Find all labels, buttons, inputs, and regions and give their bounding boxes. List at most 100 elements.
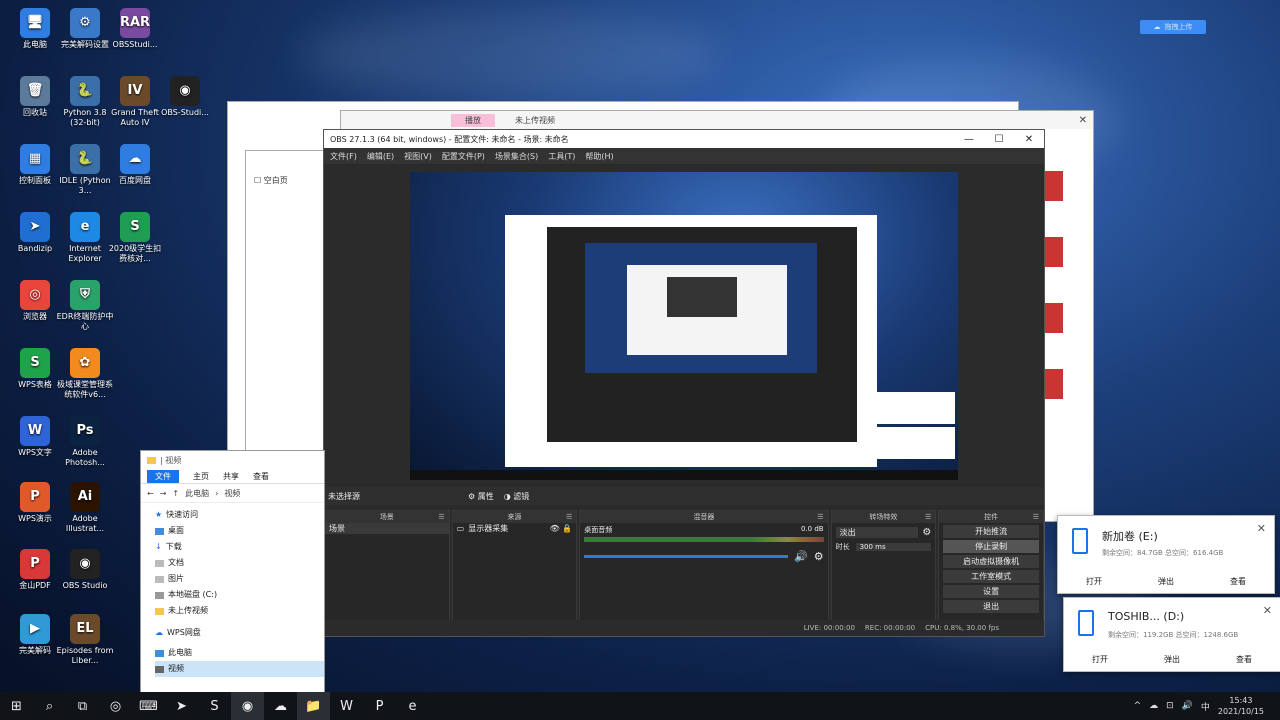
- chevron-up-icon[interactable]: ^: [1134, 701, 1142, 711]
- menu-view[interactable]: 视图(V): [404, 151, 432, 162]
- up-icon[interactable]: ↑: [172, 489, 179, 498]
- baidu-upload-float[interactable]: ☁ 拖拽上传: [1140, 20, 1206, 34]
- close-button[interactable]: ✕: [1014, 134, 1044, 145]
- speaker-icon[interactable]: 🔊: [794, 550, 808, 563]
- filters-button[interactable]: ◑ 滤镜: [504, 491, 530, 502]
- gear-icon[interactable]: ⚙: [814, 550, 824, 563]
- menu-help[interactable]: 帮助(H): [585, 151, 613, 162]
- menu-icon[interactable]: ☰: [438, 511, 444, 523]
- browser-icon[interactable]: ◎: [99, 692, 132, 720]
- tab-unuploaded[interactable]: 未上传视频: [515, 115, 555, 126]
- app-icon: ▶: [20, 614, 50, 644]
- desktop-icon[interactable]: ☁ 百度网盘: [105, 144, 165, 186]
- open-button[interactable]: 打开: [1086, 576, 1102, 587]
- nav-desktop[interactable]: 桌面: [155, 523, 324, 539]
- clock[interactable]: 15:43 2021/10/15: [1218, 695, 1264, 717]
- menu-file[interactable]: 文件(F): [330, 151, 357, 162]
- back-icon[interactable]: ←: [147, 489, 154, 498]
- menu-icon[interactable]: ☰: [566, 511, 572, 523]
- close-icon[interactable]: ✕: [1257, 522, 1266, 535]
- path-videos[interactable]: 视频: [224, 488, 240, 499]
- task-view-icon[interactable]: ⧉: [66, 692, 99, 720]
- view-button[interactable]: 查看: [1236, 654, 1252, 665]
- ribbon-home[interactable]: 主页: [193, 471, 209, 482]
- desktop-icon[interactable]: ⛨ EDR终端防护中心: [55, 280, 115, 332]
- ribbon-file[interactable]: 文件: [147, 469, 179, 483]
- gear-icon[interactable]: ⚙: [922, 527, 931, 538]
- wps-writer-icon[interactable]: W: [330, 692, 363, 720]
- nav-videos[interactable]: 视频: [155, 661, 324, 677]
- nav-downloads[interactable]: ↓ 下载: [155, 539, 324, 555]
- nav-this-pc[interactable]: 此电脑: [155, 645, 324, 661]
- duration-input[interactable]: 300 ms: [855, 543, 932, 551]
- search-icon[interactable]: ⌕: [33, 692, 66, 720]
- eject-button[interactable]: 弹出: [1158, 576, 1174, 587]
- desktop-icon[interactable]: Ai Adobe Illustrat...: [55, 482, 115, 534]
- start-button[interactable]: ⊞: [0, 692, 33, 720]
- menu-tools[interactable]: 工具(T): [548, 151, 575, 162]
- scene-item[interactable]: 场景: [325, 523, 449, 534]
- menu-icon[interactable]: ☰: [925, 511, 931, 523]
- desktop-icon[interactable]: EL Episodes from Liber...: [55, 614, 115, 666]
- network-icon[interactable]: ⊡: [1166, 701, 1174, 711]
- desktop-icon[interactable]: S 2020级学生扣费核对...: [105, 212, 165, 264]
- menu-icon[interactable]: ☰: [1033, 511, 1039, 523]
- explorer-icon[interactable]: 📁: [297, 692, 330, 720]
- nav-documents[interactable]: 文档: [155, 555, 324, 571]
- desktop-icon[interactable]: Ps Adobe Photosh...: [55, 416, 115, 468]
- source-item[interactable]: ▭ 显示器采集 👁 🔒: [453, 523, 577, 534]
- start-streaming-button[interactable]: 开始推流: [943, 525, 1039, 538]
- ribbon-view[interactable]: 查看: [253, 471, 269, 482]
- nav-pictures[interactable]: 图片: [155, 571, 324, 587]
- exit-button[interactable]: 退出: [943, 600, 1039, 613]
- menu-icon[interactable]: ☰: [817, 511, 823, 523]
- open-button[interactable]: 打开: [1092, 654, 1108, 665]
- volume-slider[interactable]: [584, 555, 788, 558]
- ribbon-share[interactable]: 共享: [223, 471, 239, 482]
- nav-unuploaded[interactable]: 未上传视频: [155, 603, 324, 619]
- desktop-icon[interactable]: RAR OBSStudi...: [105, 8, 165, 50]
- ie-icon[interactable]: e: [396, 692, 429, 720]
- cloud-icon[interactable]: ☁: [1149, 701, 1158, 711]
- visibility-icon[interactable]: 👁 🔒: [550, 523, 577, 534]
- close-icon[interactable]: ✕: [1263, 604, 1272, 617]
- desktop-icon[interactable]: ◉ OBS-Studi...: [155, 76, 215, 118]
- volume-icon[interactable]: 🔊: [1182, 701, 1193, 711]
- view-button[interactable]: 查看: [1230, 576, 1246, 587]
- nav-quick-access[interactable]: ★ 快速访问: [155, 507, 324, 523]
- monitor-icon: ▭: [456, 524, 465, 533]
- wps-sheet-icon[interactable]: S: [198, 692, 231, 720]
- maximize-button[interactable]: ☐: [984, 134, 1014, 145]
- filters-label: 滤镜: [513, 491, 530, 501]
- virtual-camera-button[interactable]: 启动虚拟摄像机: [943, 555, 1039, 568]
- menu-scene-collection[interactable]: 场景集合(S): [495, 151, 538, 162]
- eject-button[interactable]: 弹出: [1164, 654, 1180, 665]
- nav-wps-cloud[interactable]: ☁ WPS网盘: [155, 625, 324, 641]
- desktop-icon-label: Adobe Illustrat...: [65, 514, 105, 533]
- desktop-icon[interactable]: ◉ OBS Studio: [55, 549, 115, 591]
- address-bar[interactable]: ← → ↑ 此电脑 › 视频: [141, 484, 324, 503]
- app-icon: S: [20, 348, 50, 378]
- desktop-icon[interactable]: ✿ 极域课堂管理系统软件v6...: [55, 348, 115, 400]
- keyboard-icon[interactable]: ⌨: [132, 692, 165, 720]
- studio-mode-button[interactable]: 工作室模式: [943, 570, 1039, 583]
- transition-select[interactable]: 淡出: [835, 527, 919, 538]
- settings-button[interactable]: 设置: [943, 585, 1039, 598]
- menu-profile[interactable]: 配置文件(P): [442, 151, 485, 162]
- properties-button[interactable]: ⚙ 属性: [468, 491, 494, 502]
- stop-recording-button[interactable]: 停止录制: [943, 540, 1039, 553]
- baidu-cloud-icon[interactable]: ☁: [264, 692, 297, 720]
- tab-play[interactable]: 播放: [451, 113, 495, 127]
- bandizip-icon[interactable]: ➤: [165, 692, 198, 720]
- path-this-pc[interactable]: 此电脑: [185, 488, 209, 499]
- ime-indicator[interactable]: 中: [1201, 700, 1210, 713]
- minimize-button[interactable]: —: [954, 134, 984, 145]
- preview-canvas[interactable]: [410, 172, 958, 480]
- close-icon[interactable]: ✕: [1079, 115, 1087, 126]
- obs-icon[interactable]: ◉: [231, 692, 264, 720]
- forward-icon[interactable]: →: [160, 489, 167, 498]
- nav-local-disk[interactable]: 本地磁盘 (C:): [155, 587, 324, 603]
- menu-edit[interactable]: 编辑(E): [367, 151, 394, 162]
- wps-present-icon[interactable]: P: [363, 692, 396, 720]
- clock-date: 2021/10/15: [1217, 707, 1264, 716]
